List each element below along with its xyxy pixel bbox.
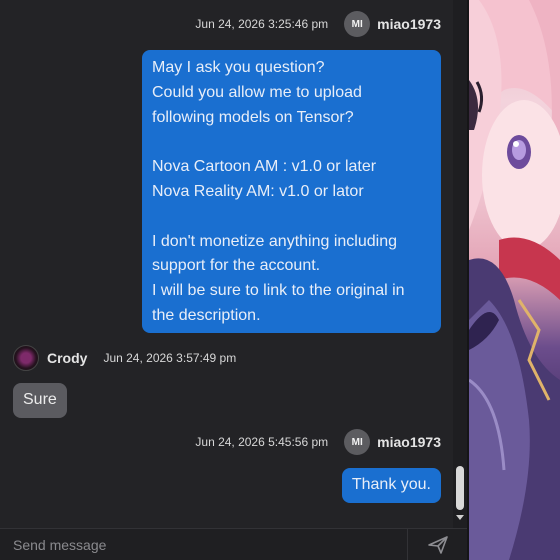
message-timestamp: Jun 24, 2026 3:25:46 pm	[195, 17, 329, 31]
message-header: Crody Jun 24, 2026 3:57:49 pm	[13, 345, 236, 371]
username[interactable]: Crody	[47, 350, 87, 366]
artwork-illustration	[469, 0, 560, 560]
send-icon	[427, 535, 448, 554]
message-header: Jun 24, 2026 5:45:56 pm MI miao1973	[195, 429, 441, 455]
message-timestamp: Jun 24, 2026 5:45:56 pm	[195, 435, 329, 449]
message-header: Jun 24, 2026 3:25:46 pm MI miao1973	[195, 11, 441, 37]
avatar[interactable]: MI	[344, 429, 371, 455]
message-input[interactable]	[0, 529, 407, 560]
character-artwork	[469, 0, 560, 560]
chevron-down-icon[interactable]	[456, 515, 464, 520]
message-bubble: Sure	[13, 383, 67, 418]
message-bubble: Thank you.	[341, 468, 441, 503]
message-timestamp: Jun 24, 2026 3:57:49 pm	[103, 351, 237, 365]
username[interactable]: miao1973	[377, 16, 441, 32]
message-bubble: May I ask you question? Could you allow …	[142, 50, 441, 333]
avatar[interactable]	[13, 345, 39, 371]
chat-scrollbar[interactable]	[453, 0, 467, 528]
send-button[interactable]	[408, 529, 467, 560]
scrollbar-thumb[interactable]	[456, 466, 464, 510]
composer	[0, 528, 467, 560]
chat-panel: Jun 24, 2026 3:25:46 pm MI miao1973 May …	[0, 0, 453, 528]
avatar[interactable]: MI	[344, 11, 371, 37]
username[interactable]: miao1973	[377, 434, 441, 450]
